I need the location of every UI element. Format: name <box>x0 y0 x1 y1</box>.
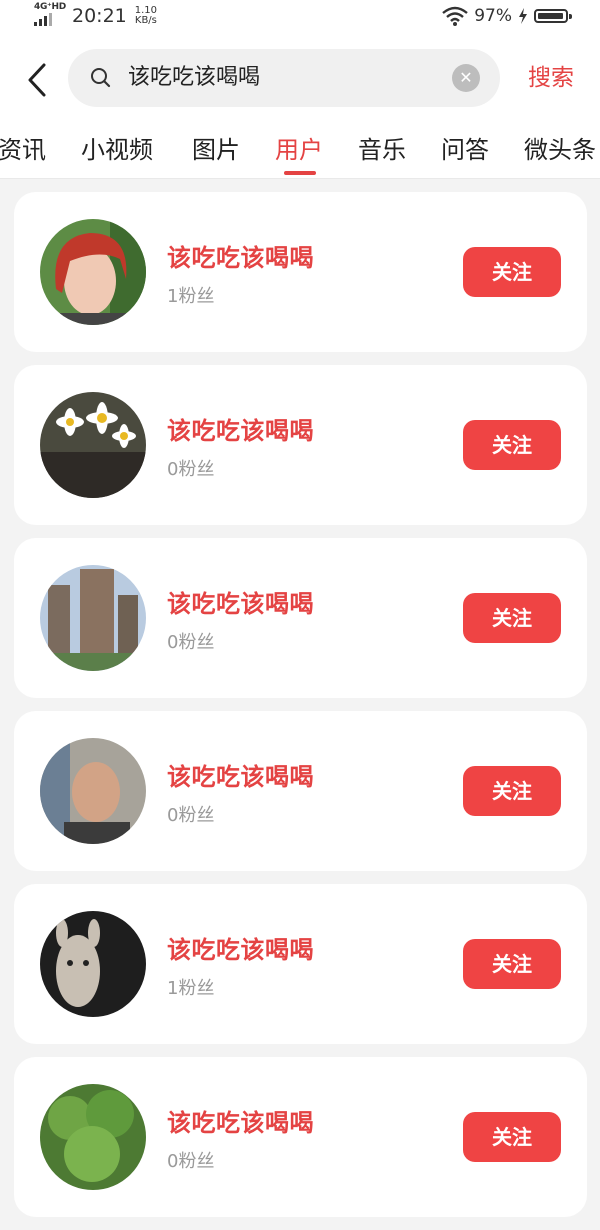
status-bar: 4G⁺HD 20:21 1.10 KB/s 97% <box>0 0 600 34</box>
search-query[interactable]: 该吃吃该喝喝 <box>128 49 260 107</box>
search-icon <box>91 68 111 88</box>
tab-short-video[interactable]: 小视频 <box>81 130 153 165</box>
follow-button[interactable]: 关注 <box>463 1112 561 1162</box>
charging-icon <box>519 8 527 24</box>
user-card[interactable]: 该吃吃该喝喝 0粉丝 关注 <box>14 538 587 698</box>
avatar[interactable] <box>40 1084 146 1190</box>
signal-icon: 4G⁺HD <box>34 2 66 28</box>
tabs-divider <box>0 178 600 179</box>
follow-button[interactable]: 关注 <box>463 420 561 470</box>
battery-percent: 97% <box>474 6 512 26</box>
fans-count: 0粉丝 <box>167 1151 215 1172</box>
follow-button[interactable]: 关注 <box>463 766 561 816</box>
user-card[interactable]: 该吃吃该喝喝 0粉丝 关注 <box>14 365 587 525</box>
user-name[interactable]: 该吃吃该喝喝 <box>167 757 314 792</box>
back-arrow-icon[interactable] <box>22 62 52 98</box>
network-speed-unit: KB/s <box>134 15 157 26</box>
fans-count: 0粉丝 <box>167 805 215 826</box>
search-button[interactable]: 搜索 <box>528 62 574 94</box>
avatar[interactable] <box>40 738 146 844</box>
user-card[interactable]: 该吃吃该喝喝 1粉丝 关注 <box>14 884 587 1044</box>
avatar[interactable] <box>40 565 146 671</box>
user-name[interactable]: 该吃吃该喝喝 <box>167 238 314 273</box>
avatar[interactable] <box>40 219 146 325</box>
fans-count: 0粉丝 <box>167 632 215 653</box>
active-tab-indicator <box>284 171 316 175</box>
tab-music[interactable]: 音乐 <box>358 130 406 165</box>
user-card[interactable]: 该吃吃该喝喝 1粉丝 关注 <box>14 192 587 352</box>
avatar[interactable] <box>40 392 146 498</box>
user-card[interactable]: 该吃吃该喝喝 0粉丝 关注 <box>14 711 587 871</box>
tab-news[interactable]: 资讯 <box>0 130 46 165</box>
tab-qa[interactable]: 问答 <box>441 130 489 165</box>
clear-icon[interactable]: ✕ <box>452 64 480 92</box>
search-input[interactable]: 该吃吃该喝喝 ✕ <box>68 49 500 107</box>
user-card[interactable]: 该吃吃该喝喝 0粉丝 关注 <box>14 1057 587 1217</box>
user-name[interactable]: 该吃吃该喝喝 <box>167 1103 314 1138</box>
tab-micro-posts[interactable]: 微头条 <box>524 130 596 165</box>
user-results-list: 该吃吃该喝喝 1粉丝 关注 该吃吃该喝喝 0粉丝 关注 该吃吃该喝喝 0粉丝 关… <box>14 192 587 1230</box>
battery-icon <box>534 9 572 23</box>
tab-users[interactable]: 用户 <box>275 130 323 165</box>
user-name[interactable]: 该吃吃该喝喝 <box>167 930 314 965</box>
user-name[interactable]: 该吃吃该喝喝 <box>167 411 314 446</box>
wifi-icon <box>442 6 468 26</box>
status-bar-right: 97% <box>442 6 572 26</box>
user-name[interactable]: 该吃吃该喝喝 <box>167 584 314 619</box>
category-tabs: 资讯 小视频 图片 用户 音乐 问答 微头条 <box>0 124 600 178</box>
follow-button[interactable]: 关注 <box>463 939 561 989</box>
fans-count: 1粉丝 <box>167 978 215 999</box>
network-type: 4G⁺HD <box>34 2 66 12</box>
avatar[interactable] <box>40 911 146 1017</box>
network-speed: 1.10 KB/s <box>135 6 157 26</box>
fans-count: 1粉丝 <box>167 286 215 307</box>
follow-button[interactable]: 关注 <box>463 593 561 643</box>
tab-images[interactable]: 图片 <box>192 130 240 165</box>
fans-count: 0粉丝 <box>167 459 215 480</box>
status-bar-left: 4G⁺HD 20:21 1.10 KB/s <box>34 2 157 28</box>
status-time: 20:21 <box>72 5 127 27</box>
follow-button[interactable]: 关注 <box>463 247 561 297</box>
search-header: 该吃吃该喝喝 ✕ 搜索 <box>0 34 600 124</box>
